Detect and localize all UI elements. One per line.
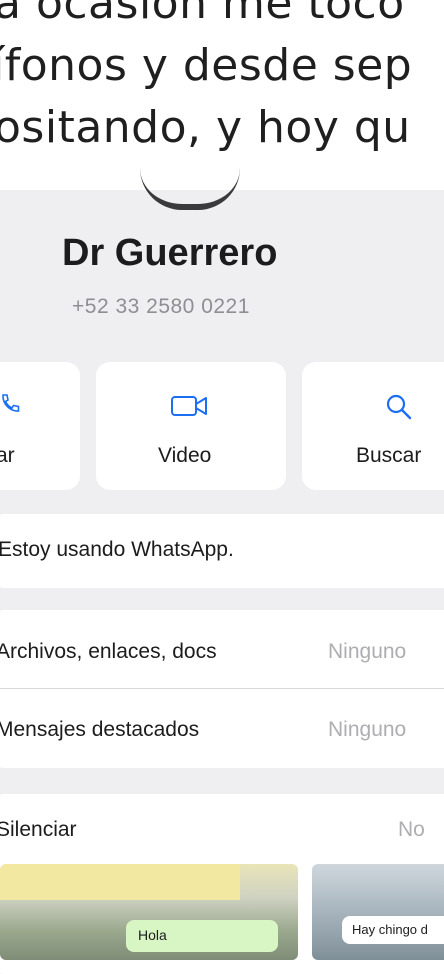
mute-value: No	[398, 818, 425, 841]
message-bubble: Hola	[126, 920, 278, 952]
caption-text-overlay: a ocasión me tocó ífonos y desde sep osi…	[0, 0, 444, 190]
message-text: Hay chingo d	[352, 922, 428, 937]
call-button[interactable]: ar	[0, 362, 80, 490]
chat-screenshot-thumbnail: Hay chingo d	[312, 864, 444, 960]
message-text: Hola	[138, 927, 167, 943]
video-call-button[interactable]: Video	[96, 362, 286, 490]
row-label: Mensajes destacados	[0, 718, 200, 741]
video-label: Video	[158, 444, 212, 467]
about-status-text: Estoy usando WhatsApp.	[0, 538, 234, 561]
search-icon	[384, 392, 414, 427]
search-button[interactable]: Buscar	[302, 362, 444, 490]
row-value: Ninguno	[328, 718, 407, 741]
message-bubble: Hay chingo d	[342, 916, 444, 944]
media-info-card: Archivos, enlaces, docs Ninguno Mensajes…	[0, 610, 444, 768]
about-status-card[interactable]: Estoy usando WhatsApp.	[0, 514, 444, 588]
row-value: Ninguno	[328, 640, 407, 663]
search-label: Buscar	[356, 444, 422, 467]
mute-label: Silenciar	[0, 818, 77, 841]
caption-line: a ocasión me tocó	[0, 0, 405, 29]
chat-screenshot-thumbnail: Hola	[0, 864, 298, 960]
row-label: Archivos, enlaces, docs	[0, 640, 217, 663]
starred-messages-row[interactable]: Mensajes destacados Ninguno	[0, 688, 444, 766]
caption-line: ífonos y desde sep	[0, 40, 413, 91]
thumbnail-banner	[0, 864, 240, 900]
phone-icon	[0, 392, 22, 421]
caption-line: ositando, y hoy qu	[0, 102, 411, 153]
contact-phone: +52 33 2580 0221	[72, 295, 250, 318]
call-label: ar	[0, 444, 15, 467]
video-camera-icon	[170, 392, 210, 425]
media-links-docs-row[interactable]: Archivos, enlaces, docs Ninguno	[0, 610, 444, 688]
avatar[interactable]	[140, 168, 240, 210]
contact-name: Dr Guerrero	[62, 232, 278, 274]
